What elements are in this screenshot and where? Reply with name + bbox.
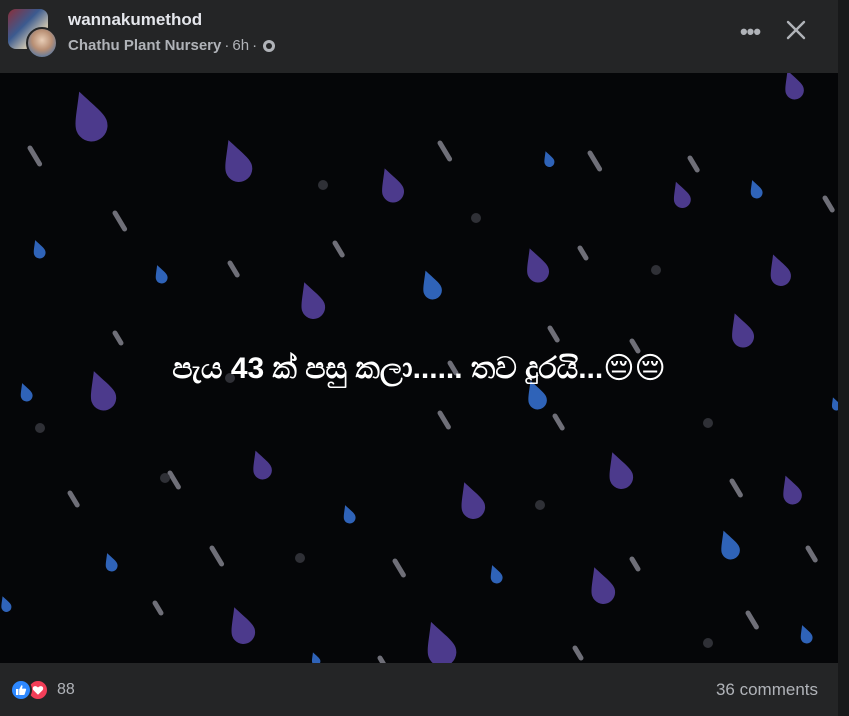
meta-separator: · (252, 37, 258, 54)
rain-streak (729, 478, 743, 498)
rain-streak (552, 413, 565, 431)
post-meta: Chathu Plant Nursery · 6h · (68, 37, 276, 54)
raindrop-shape (382, 168, 404, 203)
raindrop-shape (490, 565, 503, 584)
rain-streak (629, 556, 641, 572)
raindrop-shape (800, 625, 813, 644)
raindrop-shape (423, 270, 442, 300)
raindrop-shape (591, 567, 616, 604)
raindrop-shape (527, 248, 549, 283)
raindrop-shape (721, 530, 740, 560)
rain-dot (703, 638, 713, 648)
close-icon[interactable] (781, 15, 811, 45)
more-options-icon[interactable]: ••• (736, 18, 764, 46)
rain-dot (318, 180, 328, 190)
reaction-count: 88 (57, 681, 75, 698)
group-name[interactable]: Chathu Plant Nursery (68, 37, 221, 54)
raindrop-shape (461, 482, 486, 519)
rain-dot (535, 500, 545, 510)
rain-streak (227, 260, 240, 278)
rain-dot (703, 418, 713, 428)
rain-streak (745, 610, 759, 630)
rain-streak (152, 600, 164, 616)
rain-streak (67, 490, 80, 508)
raindrop-shape (427, 621, 457, 663)
raindrop-shape (225, 139, 253, 182)
post-text: පැය 43 ක් පසු කලා...... තව දුරයි...😔😔 (172, 352, 666, 385)
raindrop-shape (609, 452, 634, 489)
rain-streak (209, 545, 225, 567)
author-name[interactable]: wannakumethod (68, 10, 202, 30)
raindrop-shape (544, 151, 555, 167)
rain-streak (822, 195, 835, 213)
rain-streak (577, 245, 589, 261)
raindrop-shape (750, 180, 763, 199)
post-footer: 88 36 comments (0, 663, 838, 716)
raindrop-shape (343, 505, 356, 524)
raindrop-shape (783, 475, 802, 505)
rain-streak (547, 325, 560, 343)
rain-streak (629, 338, 641, 354)
comments-count-link[interactable]: 36 comments (716, 680, 818, 700)
raindrop-shape (785, 73, 804, 100)
rain-streak (167, 470, 181, 490)
raindrop-shape (33, 240, 46, 259)
post-header: wannakumethod Chathu Plant Nursery · 6h … (0, 0, 838, 73)
raindrop-shape (1, 596, 12, 612)
rain-streak (437, 140, 453, 162)
rain-streak (112, 210, 128, 232)
rain-streak (572, 645, 584, 661)
rain-streak (437, 410, 451, 430)
reactions-summary[interactable]: 88 (10, 679, 75, 701)
raindrop-shape (732, 313, 754, 348)
page-edge (838, 0, 849, 716)
post-dialog: wannakumethod Chathu Plant Nursery · 6h … (0, 0, 838, 716)
raindrop-shape (253, 450, 272, 480)
post-time[interactable]: 6h (232, 37, 249, 54)
user-avatar[interactable] (26, 27, 58, 59)
rain-dot (295, 553, 305, 563)
avatar-stack[interactable] (8, 9, 58, 59)
raindrop-shape (155, 265, 168, 284)
rain-dot (471, 213, 481, 223)
raindrop-shape (673, 181, 691, 208)
rain-streak (587, 150, 603, 172)
raindrop-shape (301, 282, 326, 319)
raindrop-shape (831, 397, 838, 411)
public-globe-icon (263, 39, 276, 52)
rain-dot (160, 473, 170, 483)
raindrop-shape (105, 553, 118, 572)
rain-streak (332, 240, 345, 258)
raindrop-shape (770, 254, 791, 286)
rain-streak (27, 145, 43, 167)
rain-streak (392, 558, 406, 578)
rain-streak (805, 545, 818, 563)
raindrop-shape (231, 607, 256, 644)
meta-separator: · (224, 37, 230, 54)
rain-streak (112, 330, 124, 346)
raindrop-shape (311, 652, 321, 663)
rain-dot (35, 423, 45, 433)
raindrop-shape (75, 91, 108, 142)
post-media[interactable]: පැය 43 ක් පසු කලා...... තව දුරයි...😔😔 (0, 73, 838, 663)
rain-dot (651, 265, 661, 275)
rain-streak (687, 155, 700, 173)
like-icon (10, 679, 32, 701)
